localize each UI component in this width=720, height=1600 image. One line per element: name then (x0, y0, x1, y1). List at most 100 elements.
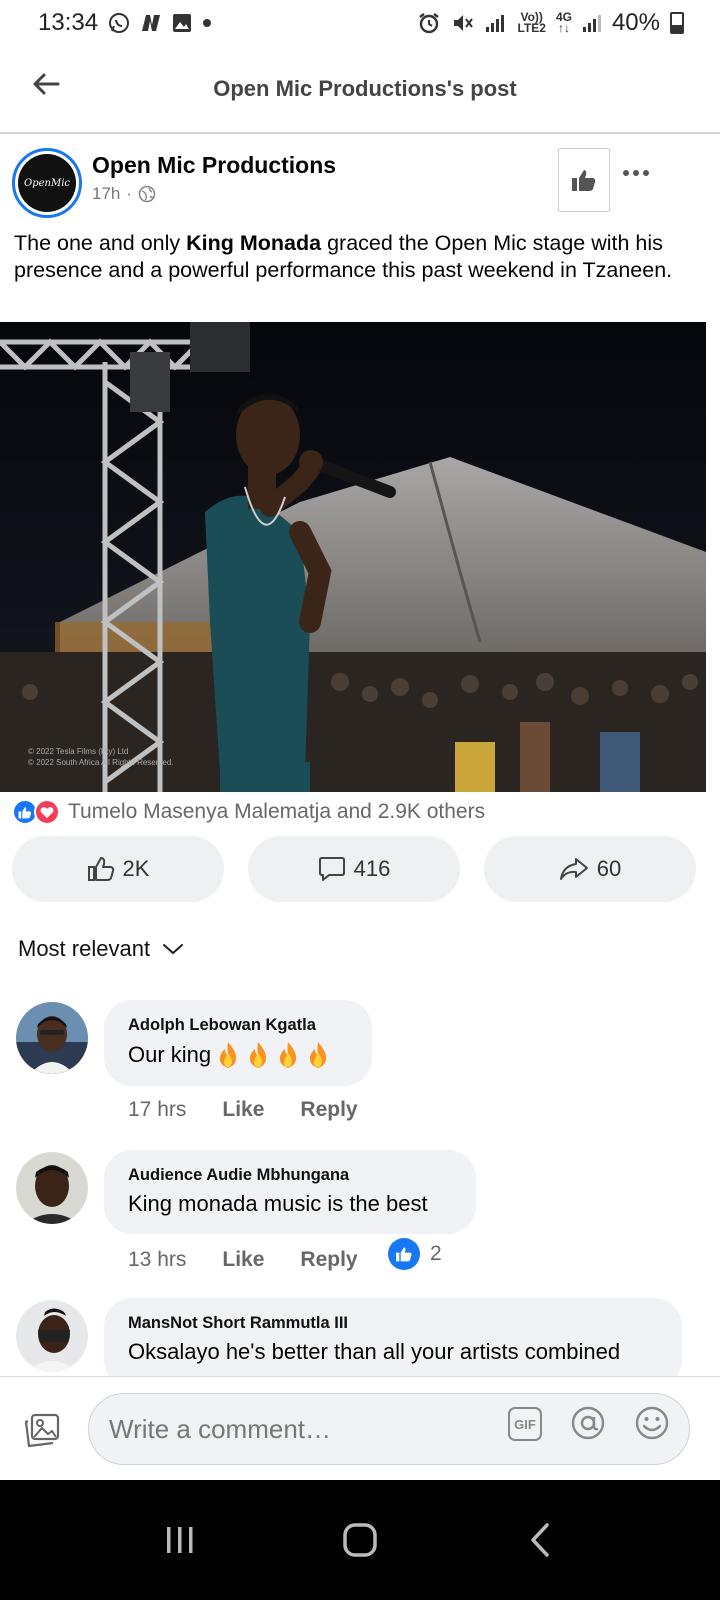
fire-emoji-icon (220, 1042, 237, 1068)
share-count: 60 (596, 856, 622, 881)
post-actions: 2K 416 60 (12, 836, 696, 902)
comment-time: 17 hrs (128, 1098, 187, 1121)
chevron-down-icon (163, 944, 184, 955)
system-nav-bar (0, 1480, 720, 1600)
concert-photo-illustration: © 2022 Tesla Films (Pty) Ltd © 2022 Sout… (0, 322, 706, 792)
mention-king-monada[interactable]: King Monada (186, 231, 321, 255)
comment-meta: 13 hrs Like Reply (128, 1248, 358, 1272)
fire-emoji-icon (250, 1042, 267, 1068)
comment-text: Oksalayo he's better than all your artis… (128, 1339, 621, 1364)
status-bar: 13:34 Vo)) LTE2 4G ↑↓ 40% (0, 0, 720, 46)
like-page-button[interactable] (558, 148, 610, 212)
love-reaction-icon (34, 799, 60, 825)
comment-like-button[interactable]: Like (222, 1248, 264, 1272)
thumbs-up-outline-icon (87, 857, 114, 881)
recent-apps-button[interactable] (150, 1510, 210, 1570)
notification-dot-icon (202, 18, 212, 28)
more-dots-icon (623, 170, 649, 176)
comment-reply-button[interactable]: Reply (300, 1098, 357, 1122)
attach-photo-button[interactable] (22, 1411, 62, 1451)
comment-button[interactable]: 416 (248, 836, 460, 902)
photo-watermark-1: © 2022 Tesla Films (Pty) Ltd (28, 747, 128, 756)
meta-separator: · (126, 184, 133, 203)
comment-author[interactable]: Adolph Lebowan Kgatla (128, 1016, 348, 1035)
comment-item: MansNot Short Rammutla III Oksalayo he's… (0, 1298, 720, 1376)
comment-count: 416 (353, 856, 391, 881)
home-icon (343, 1523, 377, 1557)
comment-text: Our king (128, 1041, 348, 1069)
netflix-n-icon (140, 13, 162, 33)
post-photo[interactable]: © 2022 Tesla Films (Pty) Ltd © 2022 Sout… (0, 322, 706, 792)
comment-bubble[interactable]: Audience Audie Mbhungana King monada mus… (104, 1150, 476, 1234)
at-sign-icon (571, 1406, 605, 1440)
4g-label: 4G ↑↓ (555, 10, 572, 35)
comment-meta: 17 hrs Like Reply (128, 1098, 358, 1122)
fire-emoji-icon (280, 1042, 297, 1068)
page-name-link[interactable]: Open Mic Productions (92, 152, 336, 179)
thumbs-up-icon (572, 170, 596, 191)
back-button[interactable] (28, 66, 64, 102)
comment-reply-button[interactable]: Reply (300, 1248, 357, 1272)
recent-apps-icon (167, 1527, 193, 1553)
signal-2-icon (582, 13, 602, 33)
comment-bubble[interactable]: MansNot Short Rammutla III Oksalayo he's… (104, 1298, 682, 1376)
like-count: 2K (122, 856, 150, 881)
home-button[interactable] (330, 1510, 390, 1570)
gallery-icon (172, 13, 192, 33)
whatsapp-icon (108, 12, 130, 34)
comment-reaction-count: 2 (430, 1242, 442, 1265)
post-text: The one and only King Monada graced the … (14, 231, 673, 282)
page-avatar[interactable]: OpenMic (12, 148, 82, 218)
comment-time: 13 hrs (128, 1248, 187, 1271)
comment-composer: Write a comment… GIF (0, 1376, 720, 1480)
app-header: Open Mic Productions's post (0, 46, 720, 134)
volte-label: Vo)) LTE2 (517, 10, 546, 35)
photo-icon (24, 1413, 60, 1448)
commenter-avatar[interactable] (16, 1152, 88, 1224)
sort-label: Most relevant (18, 936, 151, 961)
commenter-avatar[interactable] (16, 1002, 88, 1074)
gif-button[interactable]: GIF (508, 1407, 542, 1441)
post-header: OpenMic Open Mic Productions 17h · (0, 140, 720, 230)
comment-text: King monada music is the best (128, 1191, 428, 1216)
arrow-left-icon (33, 73, 60, 95)
comment-bubble[interactable]: Adolph Lebowan Kgatla Our king (104, 1000, 372, 1086)
more-options-button[interactable] (616, 158, 656, 188)
chevron-left-icon (531, 1523, 549, 1557)
commenter-avatar[interactable] (16, 1300, 88, 1372)
mention-button[interactable] (570, 1405, 606, 1441)
comment-item: Adolph Lebowan Kgatla Our king 17 hrs Li… (0, 1000, 720, 1140)
comment-author[interactable]: MansNot Short Rammutla III (128, 1314, 658, 1333)
emoji-button[interactable] (634, 1405, 670, 1441)
smiley-icon (635, 1406, 669, 1440)
like-button[interactable]: 2K (12, 836, 224, 902)
share-arrow-icon (559, 858, 588, 880)
comment-item: Audience Audie Mbhungana King monada mus… (0, 1150, 720, 1290)
signal-icon (485, 13, 507, 33)
post-time: 17h (92, 184, 121, 203)
comment-reactions[interactable]: 2 (388, 1238, 442, 1270)
status-left: 13:34 (38, 9, 212, 37)
fire-emoji-icon (310, 1042, 327, 1068)
like-reaction-icon (388, 1238, 420, 1270)
reactions-summary[interactable]: Tumelo Masenya Malematja and 2.9K others (12, 798, 485, 826)
status-time: 13:34 (38, 9, 99, 36)
battery-percent: 40% (611, 9, 660, 36)
reactions-summary-text: Tumelo Masenya Malematja and 2.9K others (68, 800, 486, 823)
page-logo: OpenMic (18, 154, 76, 212)
reaction-icons (12, 799, 62, 825)
battery-icon (670, 12, 684, 34)
alarm-icon (417, 11, 441, 35)
comment-like-button[interactable]: Like (222, 1098, 264, 1122)
post-meta: 17h · (92, 184, 156, 204)
comment-author[interactable]: Audience Audie Mbhungana (128, 1166, 452, 1185)
comment-sort-dropdown[interactable]: Most relevant (18, 936, 184, 962)
system-back-button[interactable] (510, 1510, 570, 1570)
photo-watermark-2: © 2022 South Africa All Rights Reserved. (28, 758, 174, 767)
speech-bubble-icon (318, 857, 345, 881)
page-title: Open Mic Productions's post (213, 76, 517, 101)
globe-icon (138, 185, 156, 203)
mute-icon (451, 11, 475, 35)
share-button[interactable]: 60 (484, 836, 696, 902)
status-right: Vo)) LTE2 4G ↑↓ 40% (417, 9, 684, 37)
